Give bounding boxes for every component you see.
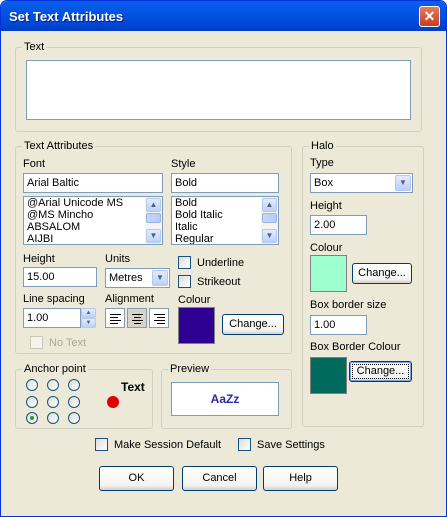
chevron-up-icon[interactable]: ▲ xyxy=(262,198,277,212)
anchor-radio-top-left[interactable] xyxy=(26,379,38,391)
style-input[interactable]: Bold xyxy=(171,173,279,193)
units-label: Units xyxy=(105,253,131,265)
halo-type-select[interactable]: Box ▼ xyxy=(310,173,413,193)
spin-up-button[interactable]: ▲ xyxy=(81,308,96,318)
box-border-size-label: Box border size xyxy=(310,299,387,311)
underline-label[interactable]: Underline xyxy=(197,257,244,270)
preview-box: AaZz xyxy=(171,382,279,416)
anchor-radio-top-center[interactable] xyxy=(47,379,59,391)
dialog-window: Set Text Attributes ✕ Text Text Attribut… xyxy=(0,0,447,517)
chevron-down-icon[interactable]: ▼ xyxy=(262,229,277,243)
list-item[interactable]: @Arial Unicode MS xyxy=(24,197,162,209)
strikeout-checkbox[interactable] xyxy=(178,275,191,288)
box-border-colour-change-label: Change... xyxy=(356,365,405,377)
title-bar[interactable]: Set Text Attributes ✕ xyxy=(1,1,446,31)
style-label: Style xyxy=(171,158,196,170)
text-attributes-legend: Text Attributes xyxy=(22,140,96,153)
units-select[interactable]: Metres ▼ xyxy=(105,268,170,288)
text-colour-swatch[interactable] xyxy=(178,307,215,344)
units-value: Metres xyxy=(109,272,143,284)
anchor-radio-middle-center[interactable] xyxy=(47,396,59,408)
save-settings-checkbox[interactable] xyxy=(238,438,251,451)
scroll-thumb[interactable] xyxy=(262,213,277,223)
cancel-label: Cancel xyxy=(202,472,237,484)
text-input[interactable] xyxy=(26,60,411,120)
halo-colour-change-label: Change... xyxy=(358,267,406,279)
font-label: Font xyxy=(23,158,46,170)
font-list[interactable]: @Arial Unicode MS @MS Mincho ABSALOM AIJ… xyxy=(23,196,163,245)
list-item[interactable]: ABSALOM xyxy=(24,221,162,233)
chevron-down-icon[interactable]: ▼ xyxy=(152,270,168,286)
text-colour-change-label: Change... xyxy=(229,318,277,330)
list-item[interactable]: AIJBI xyxy=(24,233,162,244)
preview-legend: Preview xyxy=(168,363,212,376)
anchor-radio-bottom-left[interactable] xyxy=(26,412,38,424)
halo-type-value: Box xyxy=(314,177,333,189)
save-settings-label[interactable]: Save Settings xyxy=(257,439,325,452)
align-right-icon[interactable] xyxy=(149,308,169,328)
list-item[interactable]: @MS Mincho xyxy=(24,209,162,221)
halo-type-label: Type xyxy=(310,157,334,169)
anchor-radio-middle-right[interactable] xyxy=(68,396,80,408)
anchor-point-legend: Anchor point xyxy=(22,363,88,376)
font-input[interactable]: Arial Baltic xyxy=(23,173,163,193)
help-button[interactable]: Help xyxy=(263,466,338,491)
chevron-down-icon[interactable]: ▼ xyxy=(395,175,411,191)
line-spacing-input[interactable]: 1.00 xyxy=(23,308,81,328)
anchor-marker xyxy=(107,396,119,408)
anchor-radio-top-right[interactable] xyxy=(68,379,80,391)
text-colour-label: Colour xyxy=(178,294,211,306)
anchor-radio-bottom-right[interactable] xyxy=(68,412,80,424)
alignment-label: Alignment xyxy=(105,293,154,305)
make-session-default-checkbox[interactable] xyxy=(95,438,108,451)
anchor-radio-bottom-center[interactable] xyxy=(47,412,59,424)
help-label: Help xyxy=(289,472,312,484)
no-text-label[interactable]: No Text xyxy=(49,337,86,350)
line-spacing-label: Line spacing xyxy=(23,293,85,305)
ok-label: OK xyxy=(128,472,145,484)
underline-checkbox[interactable] xyxy=(178,256,191,269)
anchor-sample-text: Text xyxy=(121,380,145,394)
cancel-button[interactable]: Cancel xyxy=(182,466,257,491)
halo-height-label: Height xyxy=(310,200,342,212)
text-colour-change-button[interactable]: Change... xyxy=(222,314,284,335)
box-border-colour-swatch[interactable] xyxy=(310,357,347,394)
strikeout-label[interactable]: Strikeout xyxy=(197,276,240,289)
style-list[interactable]: Bold Bold Italic Italic Regular ▲ ▼ xyxy=(171,196,279,245)
make-session-default-label[interactable]: Make Session Default xyxy=(114,439,221,452)
font-list-scrollbar[interactable]: ▲ ▼ xyxy=(145,197,162,244)
ok-button[interactable]: OK xyxy=(99,466,174,491)
halo-colour-label: Colour xyxy=(310,242,343,254)
halo-colour-swatch[interactable] xyxy=(310,255,347,292)
halo-height-input[interactable]: 2.00 xyxy=(310,215,367,235)
align-left-icon[interactable] xyxy=(105,308,125,328)
close-button[interactable]: ✕ xyxy=(419,6,440,27)
preview-sample: AaZz xyxy=(210,392,240,406)
box-border-size-input[interactable]: 1.00 xyxy=(310,315,367,335)
height-input[interactable]: 15.00 xyxy=(23,267,97,287)
halo-legend: Halo xyxy=(309,140,336,153)
text-group-legend: Text xyxy=(22,41,47,54)
spin-down-button[interactable]: ▼ xyxy=(81,318,96,328)
align-center-icon[interactable] xyxy=(127,308,147,328)
text-group: Text xyxy=(15,41,422,132)
chevron-down-icon[interactable]: ▼ xyxy=(146,229,161,243)
anchor-radio-middle-left[interactable] xyxy=(26,396,38,408)
window-title: Set Text Attributes xyxy=(9,9,124,24)
close-icon: ✕ xyxy=(423,8,436,24)
halo-colour-change-button[interactable]: Change... xyxy=(352,263,412,284)
scroll-thumb[interactable] xyxy=(146,213,161,223)
style-list-scrollbar[interactable]: ▲ ▼ xyxy=(261,197,278,244)
no-text-checkbox[interactable] xyxy=(30,336,43,349)
box-border-colour-label: Box Border Colour xyxy=(310,341,401,353)
spinner-icon[interactable]: ▲ ▼ xyxy=(81,308,96,328)
height-label: Height xyxy=(23,253,55,265)
box-border-colour-change-button[interactable]: Change... xyxy=(349,361,412,382)
chevron-up-icon[interactable]: ▲ xyxy=(146,198,161,212)
